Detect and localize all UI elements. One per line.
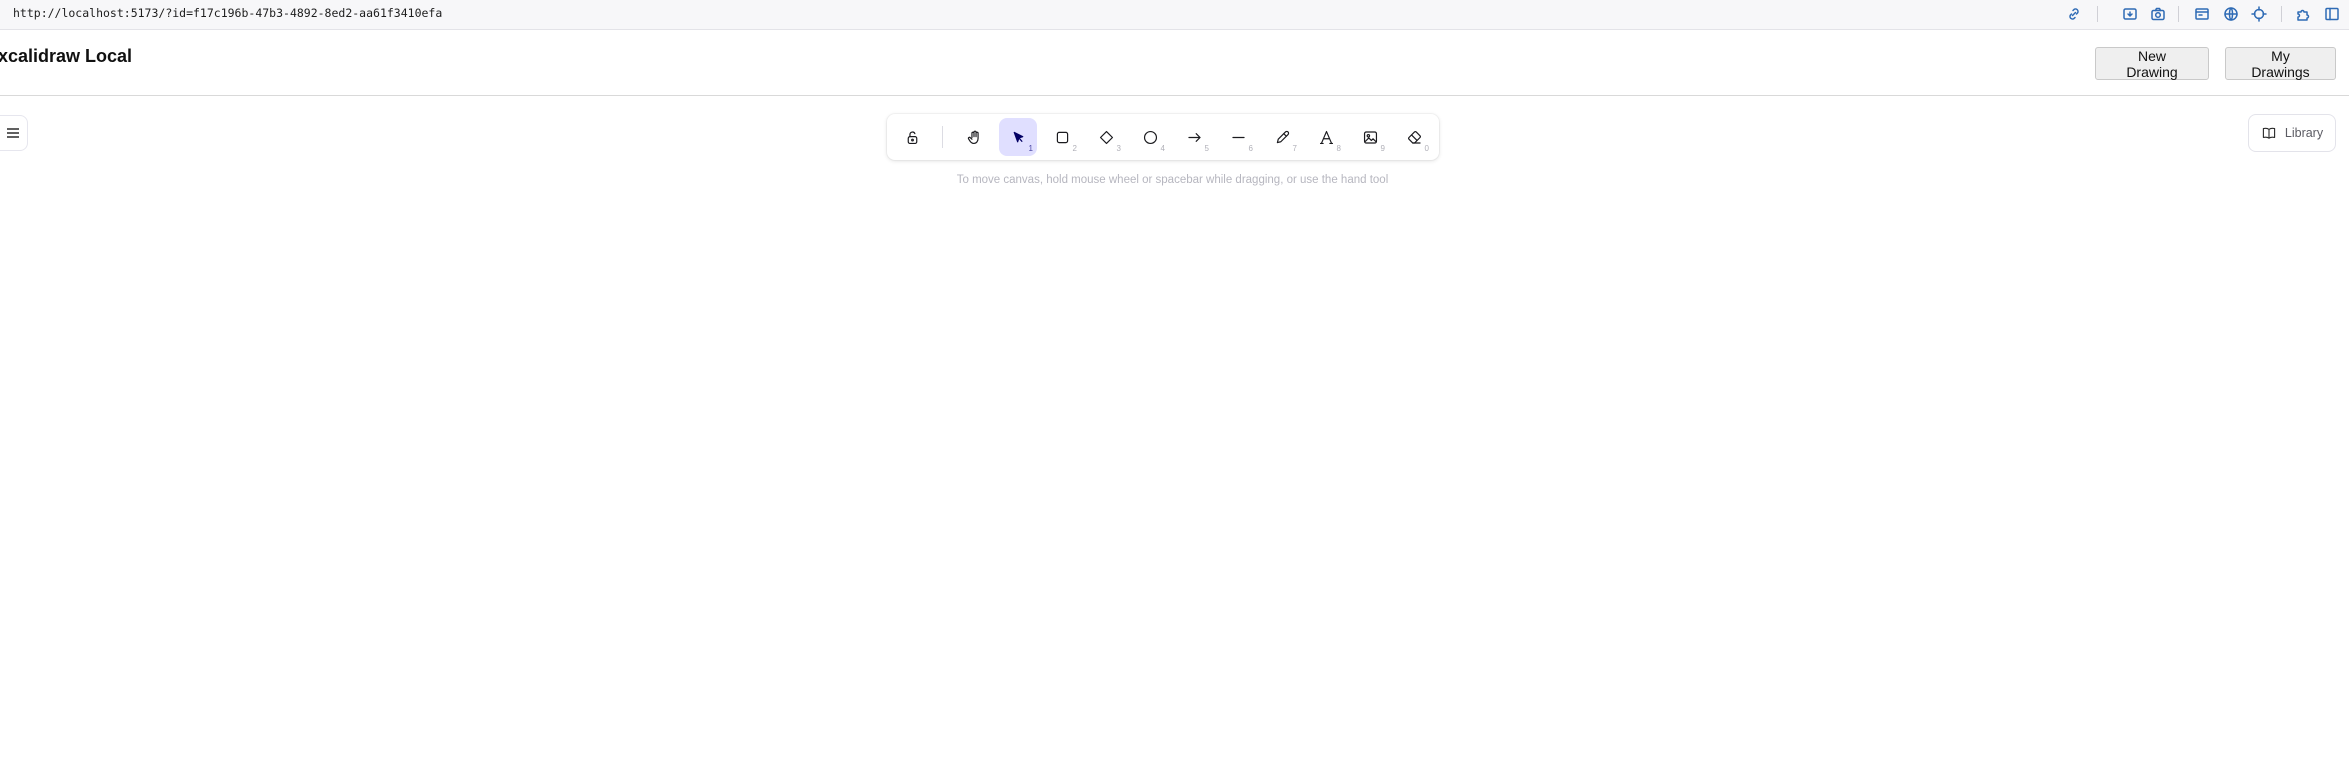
diamond-icon: [1099, 130, 1113, 144]
shortcut-key: 0: [1424, 144, 1429, 153]
sidebar-icon[interactable]: [2323, 5, 2341, 23]
book-icon: [2262, 127, 2276, 139]
tool-ellipse[interactable]: 4: [1131, 118, 1169, 156]
my-drawings-button[interactable]: My Drawings: [2225, 47, 2336, 80]
rectangle-icon: [1056, 131, 1068, 143]
tool-text[interactable]: 8: [1307, 118, 1345, 156]
hamburger-icon: [7, 128, 19, 138]
tool-draw[interactable]: 7: [1263, 118, 1301, 156]
canvas-hint: To move canvas, hold mouse wheel or spac…: [0, 174, 2349, 186]
puzzle-icon[interactable]: [2295, 5, 2313, 23]
tool-lock[interactable]: [893, 118, 931, 156]
window-icon[interactable]: [2193, 5, 2211, 23]
tool-line[interactable]: 6: [1219, 118, 1257, 156]
shortcut-key: 2: [1072, 144, 1077, 153]
tool-arrow[interactable]: 5: [1175, 118, 1213, 156]
shortcut-key: 1: [1028, 144, 1033, 153]
tool-diamond[interactable]: 3: [1087, 118, 1125, 156]
ellipse-icon: [1143, 130, 1157, 144]
arrow-right-icon: [1187, 132, 1201, 142]
app-header: xcalidraw Local New Drawing My Drawings: [0, 30, 2349, 96]
library-label: Library: [2284, 126, 2324, 140]
drawing-canvas[interactable]: [0, 96, 2349, 778]
shortcut-key: 3: [1116, 144, 1121, 153]
line-icon: [1231, 136, 1245, 138]
screen-record-icon[interactable]: [2121, 5, 2139, 23]
browser-address-bar: http://localhost:5173/?id=f17c196b-47b3-…: [0, 0, 2349, 30]
tool-rectangle[interactable]: 2: [1043, 118, 1081, 156]
shortcut-key: 7: [1292, 144, 1297, 153]
app-title: xcalidraw Local: [0, 46, 133, 66]
new-drawing-button[interactable]: New Drawing: [2095, 47, 2209, 80]
shortcut-key: 5: [1204, 144, 1209, 153]
pencil-icon: [1276, 130, 1289, 143]
camera-icon[interactable]: [2149, 5, 2167, 23]
globe-icon[interactable]: [2222, 5, 2240, 23]
library-button[interactable]: Library: [2248, 114, 2336, 152]
tool-selection[interactable]: 1: [999, 118, 1037, 156]
shortcut-key: 9: [1380, 144, 1385, 153]
shapes-toolbar: 1 2 3 4 5 6 7 8 9 0: [887, 114, 1439, 160]
image-icon: [1363, 130, 1377, 144]
shortcut-key: 6: [1248, 144, 1253, 153]
link-icon[interactable]: [2065, 5, 2083, 23]
tool-image[interactable]: 9: [1351, 118, 1389, 156]
hand-icon: [967, 130, 979, 144]
eraser-icon: [1407, 130, 1421, 144]
shortcut-key: 4: [1160, 144, 1165, 153]
main-menu-button[interactable]: [0, 115, 28, 151]
canvas-hint-text: To move canvas, hold mouse wheel or spac…: [956, 174, 1389, 186]
pointer-icon: [1013, 131, 1023, 142]
tool-hand[interactable]: [955, 118, 993, 156]
crosshair-icon[interactable]: [2250, 5, 2268, 23]
tool-eraser[interactable]: 0: [1395, 118, 1433, 156]
url-text[interactable]: http://localhost:5173/?id=f17c196b-47b3-…: [13, 6, 442, 20]
shortcut-key: 8: [1336, 144, 1341, 153]
text-icon: [1319, 130, 1333, 144]
lock-open-icon: [907, 130, 917, 144]
toolbar-divider: [942, 126, 943, 148]
